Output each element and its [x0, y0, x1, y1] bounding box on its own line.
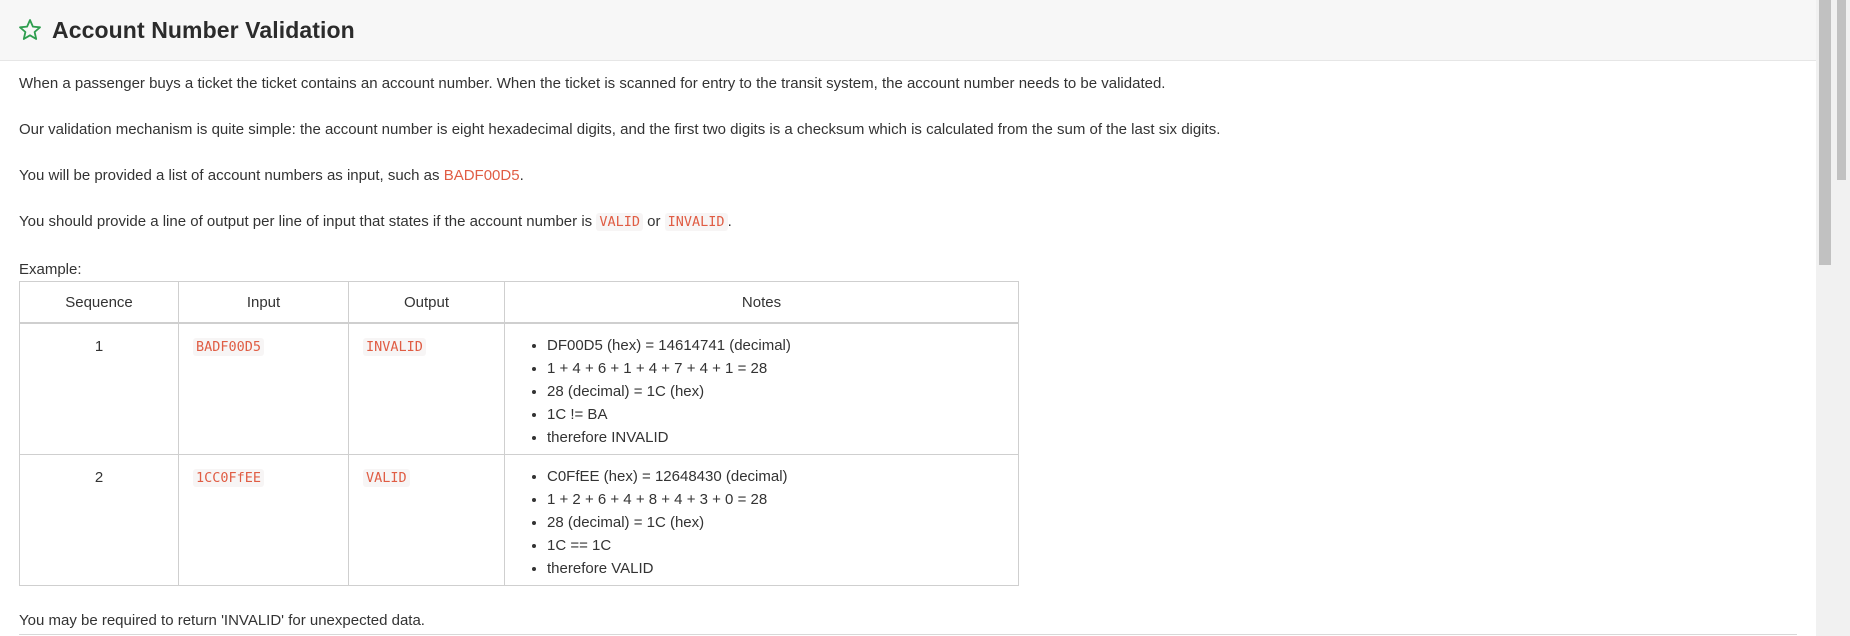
note-item: therefore VALID [547, 557, 1018, 580]
input-cell: 1CC0FfEE [178, 453, 349, 586]
note-item: 28 (decimal) = 1C (hex) [547, 380, 1018, 403]
table-row: 1 BADF00D5 INVALID DF00D5 (hex) = 146147… [19, 322, 1019, 455]
input-code: BADF00D5 [193, 338, 265, 356]
page: Account Number Validation When a passeng… [0, 0, 1850, 636]
paragraph-input-end: . [519, 167, 524, 184]
notes-cell: DF00D5 (hex) = 14614741 (decimal) 1 + 4 … [504, 322, 1019, 455]
star-icon[interactable] [18, 18, 42, 42]
sequence-cell: 2 [19, 453, 179, 586]
paragraph-output-end: . [727, 213, 732, 230]
note-item: DF00D5 (hex) = 14614741 (decimal) [547, 334, 1018, 357]
note-item: 28 (decimal) = 1C (hex) [547, 511, 1018, 534]
paragraph-input-text: You will be provided a list of account n… [19, 167, 444, 184]
input-cell: BADF00D5 [178, 322, 349, 455]
sequence-cell: 1 [19, 322, 179, 455]
column-header-notes: Notes [504, 281, 1019, 324]
table-row: 2 1CC0FfEE VALID C0FfEE (hex) = 12648430… [19, 453, 1019, 586]
notes-list: DF00D5 (hex) = 14614741 (decimal) 1 + 4 … [505, 334, 1018, 449]
note-item: C0FfEE (hex) = 12648430 (decimal) [547, 465, 1018, 488]
paragraph-output-mid: or [642, 213, 665, 230]
inline-code-invalid: INVALID [664, 213, 728, 231]
page-header: Account Number Validation [0, 0, 1816, 61]
output-cell: VALID [348, 453, 505, 586]
paragraph-input: You will be provided a list of account n… [19, 166, 524, 186]
example-label: Example: [19, 261, 82, 278]
inline-code-example: BADF00D5 [443, 167, 520, 184]
paragraph-output: You should provide a line of output per … [19, 212, 732, 232]
table-header-row: Sequence Input Output Notes [19, 281, 1019, 324]
paragraph-output-text: You should provide a line of output per … [19, 213, 597, 230]
column-header-output: Output [348, 281, 505, 324]
note-item: therefore INVALID [547, 426, 1018, 449]
note-item: 1C == 1C [547, 534, 1018, 557]
paragraph-intro: When a passenger buys a ticket the ticke… [19, 75, 1166, 92]
note-item: 1 + 4 + 6 + 1 + 4 + 7 + 4 + 1 = 28 [547, 357, 1018, 380]
inner-scrollbar-thumb[interactable] [1819, 0, 1831, 265]
output-code: INVALID [363, 338, 426, 356]
output-code: VALID [363, 468, 410, 487]
column-header-input: Input [178, 281, 349, 324]
paragraph-footer: You may be required to return 'INVALID' … [19, 612, 425, 629]
input-code: 1CC0FfEE [193, 468, 265, 487]
divider [19, 634, 1797, 635]
example-table: Sequence Input Output Notes 1 BADF00D5 I… [19, 281, 1019, 586]
notes-cell: C0FfEE (hex) = 12648430 (decimal) 1 + 2 … [504, 453, 1019, 586]
paragraph-mechanism: Our validation mechanism is quite simple… [19, 121, 1221, 138]
note-item: 1C != BA [547, 403, 1018, 426]
page-title: Account Number Validation [52, 16, 355, 43]
outer-scrollbar-thumb[interactable] [1837, 0, 1846, 180]
inline-code-valid: VALID [596, 213, 643, 231]
output-cell: INVALID [348, 322, 505, 455]
column-header-sequence: Sequence [19, 281, 179, 324]
notes-list: C0FfEE (hex) = 12648430 (decimal) 1 + 2 … [505, 465, 1018, 580]
note-item: 1 + 2 + 6 + 4 + 8 + 4 + 3 + 0 = 28 [547, 488, 1018, 511]
